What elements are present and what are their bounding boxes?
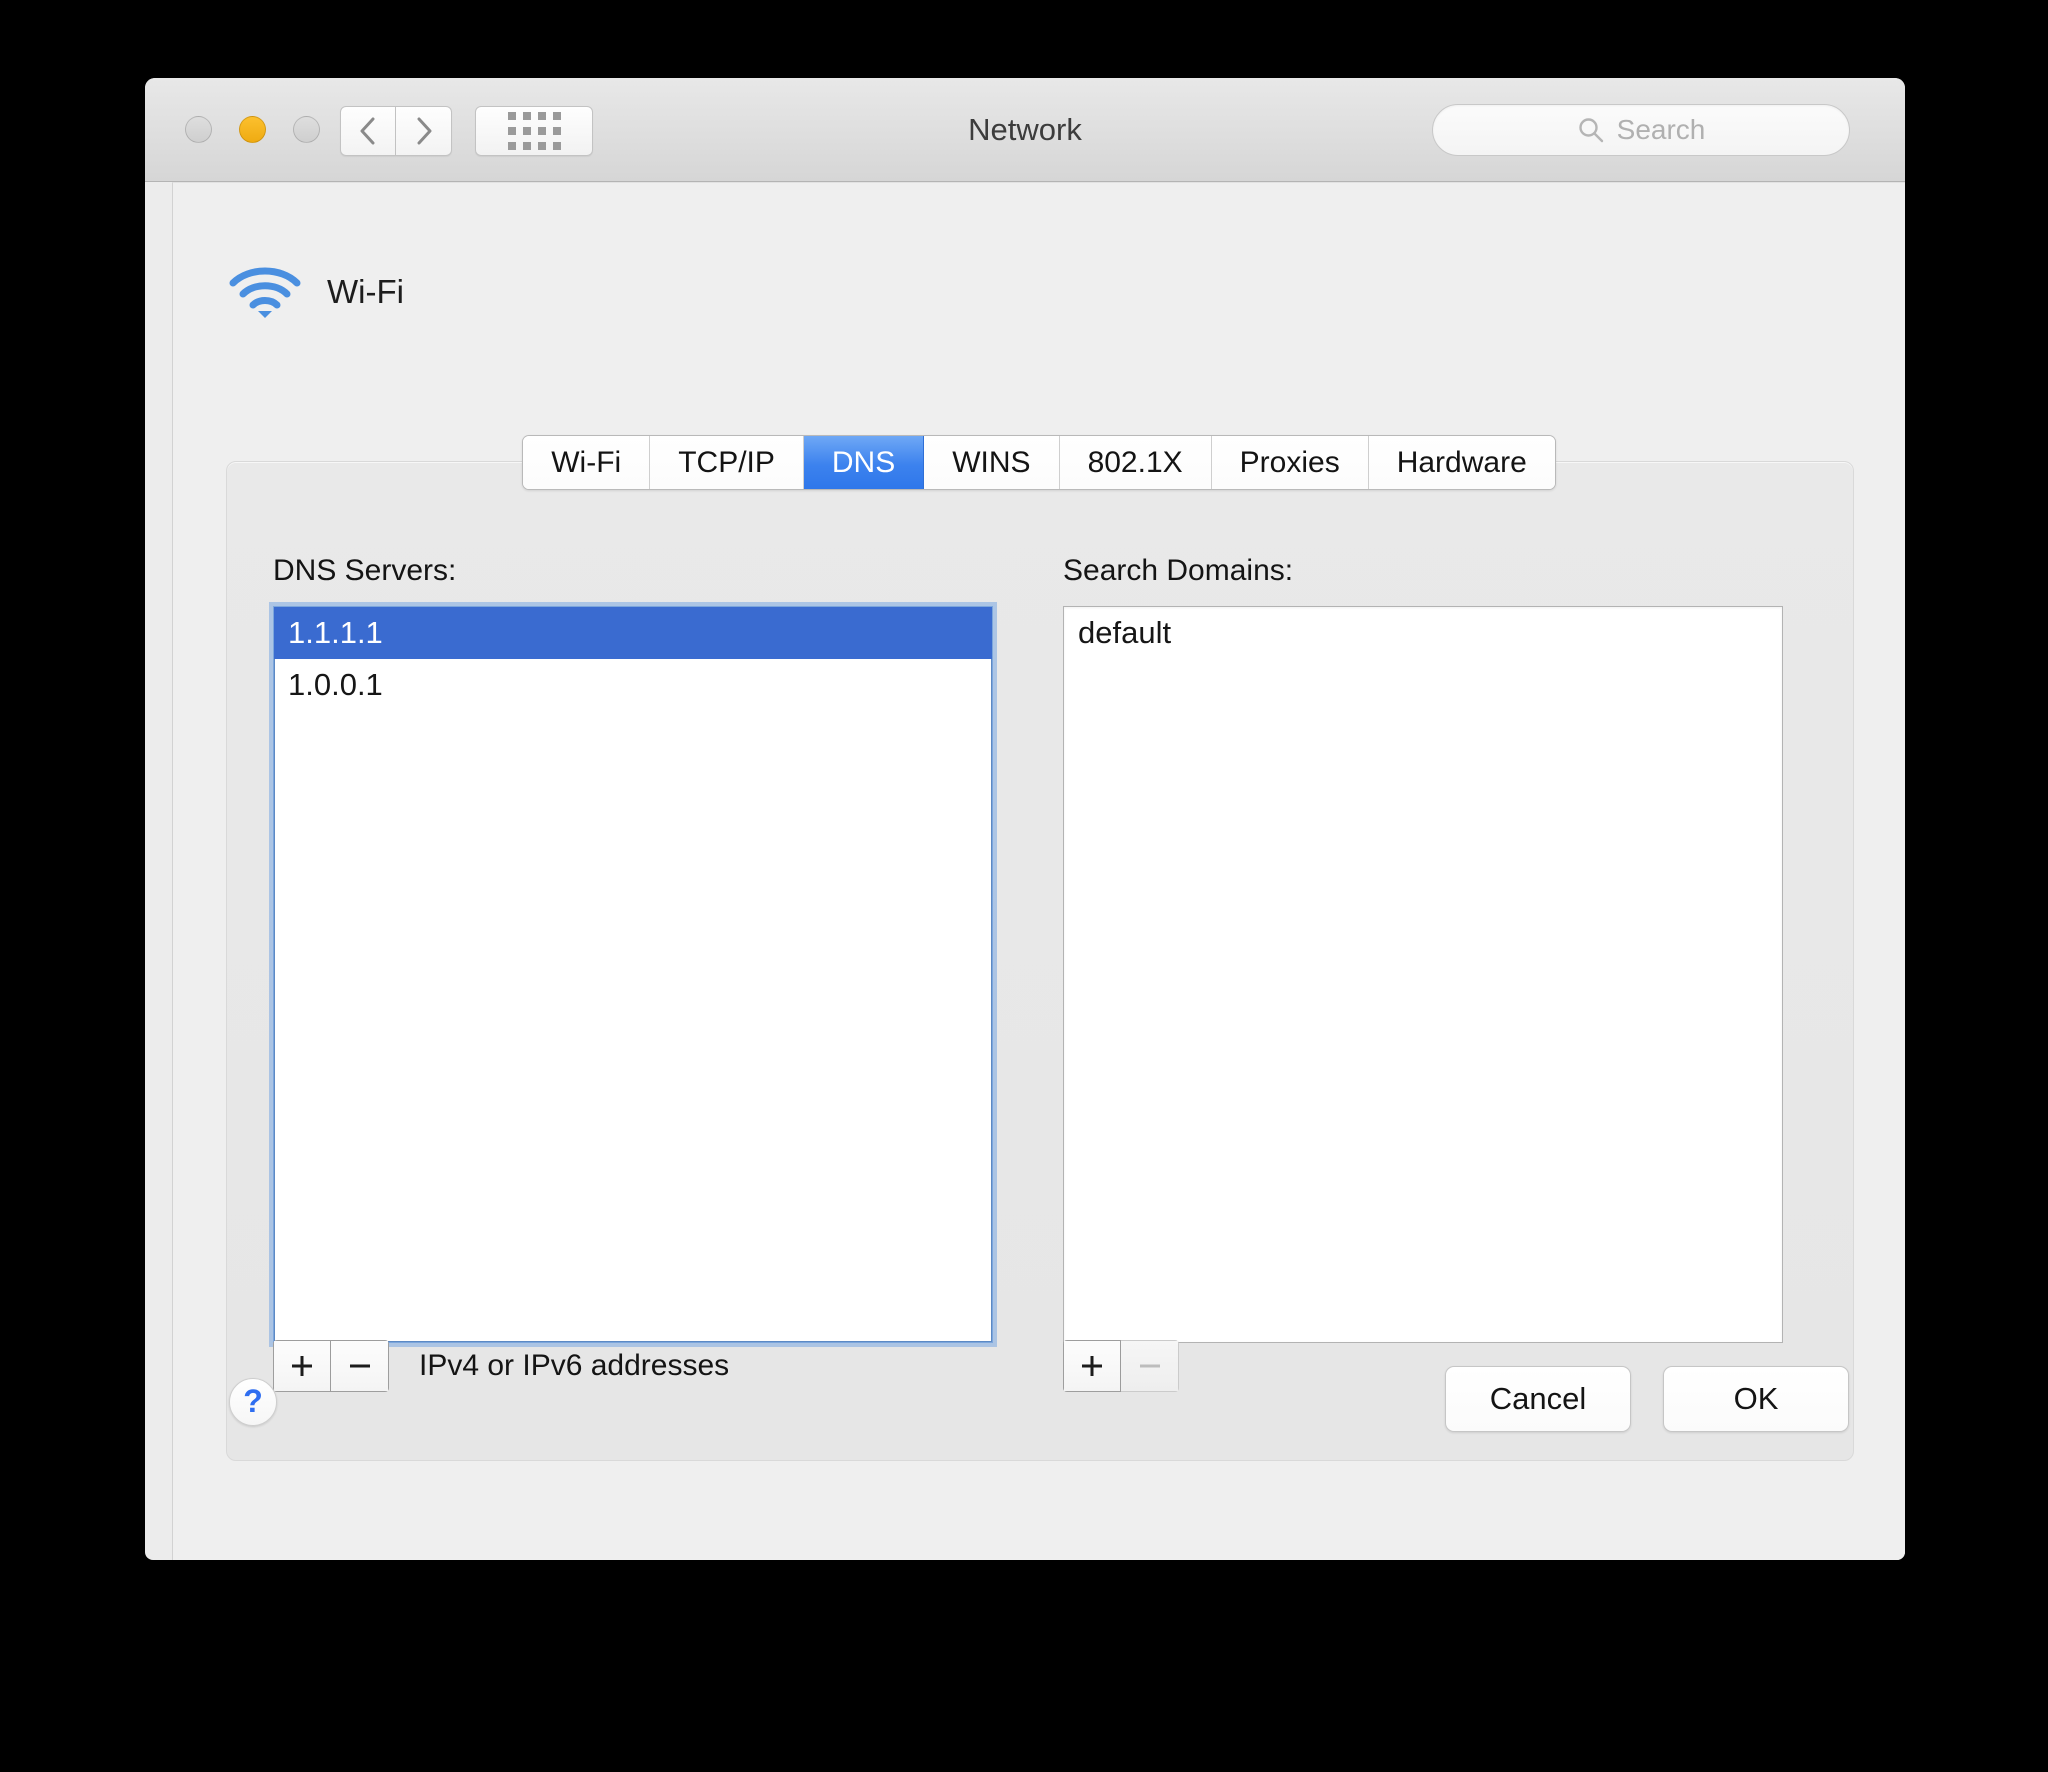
dns-servers-stepper bbox=[273, 1340, 389, 1392]
tab-label: DNS bbox=[831, 445, 896, 479]
search-domains-list[interactable]: default bbox=[1063, 606, 1783, 1343]
search-domain-value: default bbox=[1078, 615, 1172, 650]
dns-server-value: 1.1.1.1 bbox=[288, 615, 383, 650]
tab-label: Wi-Fi bbox=[551, 445, 622, 479]
search-icon bbox=[1578, 118, 1603, 143]
tab-label: WINS bbox=[952, 445, 1031, 479]
search-domains-footer bbox=[1063, 1340, 1179, 1392]
plus-icon bbox=[292, 1356, 312, 1376]
search-domains-stepper bbox=[1063, 1340, 1179, 1392]
dns-server-value: 1.0.0.1 bbox=[288, 667, 383, 702]
ok-button[interactable]: OK bbox=[1663, 1366, 1849, 1432]
cancel-button[interactable]: Cancel bbox=[1445, 1366, 1631, 1432]
list-item[interactable]: 1.1.1.1 bbox=[274, 607, 992, 659]
dns-servers-panel: DNS Servers: 1.1.1.1 1.0.0.1 bbox=[269, 554, 997, 1347]
dns-servers-label: DNS Servers: bbox=[273, 554, 457, 587]
window-titlebar: Network Search bbox=[145, 78, 1905, 182]
remove-search-domain-button bbox=[1121, 1340, 1179, 1392]
minus-icon bbox=[1139, 1364, 1160, 1368]
ok-label: OK bbox=[1733, 1381, 1779, 1416]
tab-label: 802.1X bbox=[1087, 445, 1183, 479]
tab-dns[interactable]: DNS bbox=[803, 436, 925, 489]
remove-dns-server-button[interactable] bbox=[331, 1340, 389, 1392]
cancel-label: Cancel bbox=[1489, 1381, 1587, 1416]
add-dns-server-button[interactable] bbox=[273, 1340, 331, 1392]
search-field[interactable]: Search bbox=[1432, 104, 1850, 156]
tab-content-panel: DNS Servers: 1.1.1.1 1.0.0.1 IPv4 or IPv… bbox=[226, 461, 1854, 1461]
help-button[interactable]: ? bbox=[229, 1378, 277, 1426]
wifi-icon bbox=[229, 267, 301, 318]
tab-label: TCP/IP bbox=[678, 445, 775, 479]
service-header: Wi-Fi bbox=[227, 263, 404, 321]
tab-label: Hardware bbox=[1396, 445, 1527, 479]
search-domains-label: Search Domains: bbox=[1063, 554, 1294, 587]
network-preferences-window: Network Search Wi-Fi DNS Servers: 1.1.1.… bbox=[145, 78, 1905, 1560]
tab-hardware[interactable]: Hardware bbox=[1368, 436, 1555, 489]
tab-strip: Wi-Fi TCP/IP DNS WINS 802.1X Proxies Har… bbox=[522, 435, 1556, 490]
tab-wifi[interactable]: Wi-Fi bbox=[523, 436, 651, 489]
network-settings-sheet: Wi-Fi DNS Servers: 1.1.1.1 1.0.0.1 IPv4 … bbox=[172, 182, 1905, 1560]
dialog-button-group: Cancel OK bbox=[1445, 1366, 1849, 1432]
add-search-domain-button[interactable] bbox=[1063, 1340, 1121, 1392]
list-item[interactable]: 1.0.0.1 bbox=[274, 659, 992, 711]
tab-tcpip[interactable]: TCP/IP bbox=[650, 436, 804, 489]
search-placeholder: Search bbox=[1616, 114, 1706, 145]
tab-wins[interactable]: WINS bbox=[924, 436, 1060, 489]
settings-tabbar: Wi-Fi TCP/IP DNS WINS 802.1X Proxies Har… bbox=[173, 435, 1905, 490]
dns-servers-caption: IPv4 or IPv6 addresses bbox=[419, 1349, 730, 1382]
tab-proxies[interactable]: Proxies bbox=[1211, 436, 1369, 489]
service-name: Wi-Fi bbox=[327, 273, 404, 310]
question-mark-icon: ? bbox=[243, 1382, 263, 1419]
search-domains-panel: Search Domains: default bbox=[1063, 554, 1783, 1343]
list-item[interactable]: default bbox=[1064, 607, 1782, 659]
minus-icon bbox=[349, 1364, 370, 1368]
plus-icon bbox=[1082, 1356, 1102, 1376]
tab-8021x[interactable]: 802.1X bbox=[1059, 436, 1212, 489]
tab-label: Proxies bbox=[1239, 445, 1340, 479]
dns-servers-list[interactable]: 1.1.1.1 1.0.0.1 bbox=[269, 602, 997, 1347]
dns-servers-footer: IPv4 or IPv6 addresses bbox=[273, 1340, 729, 1392]
